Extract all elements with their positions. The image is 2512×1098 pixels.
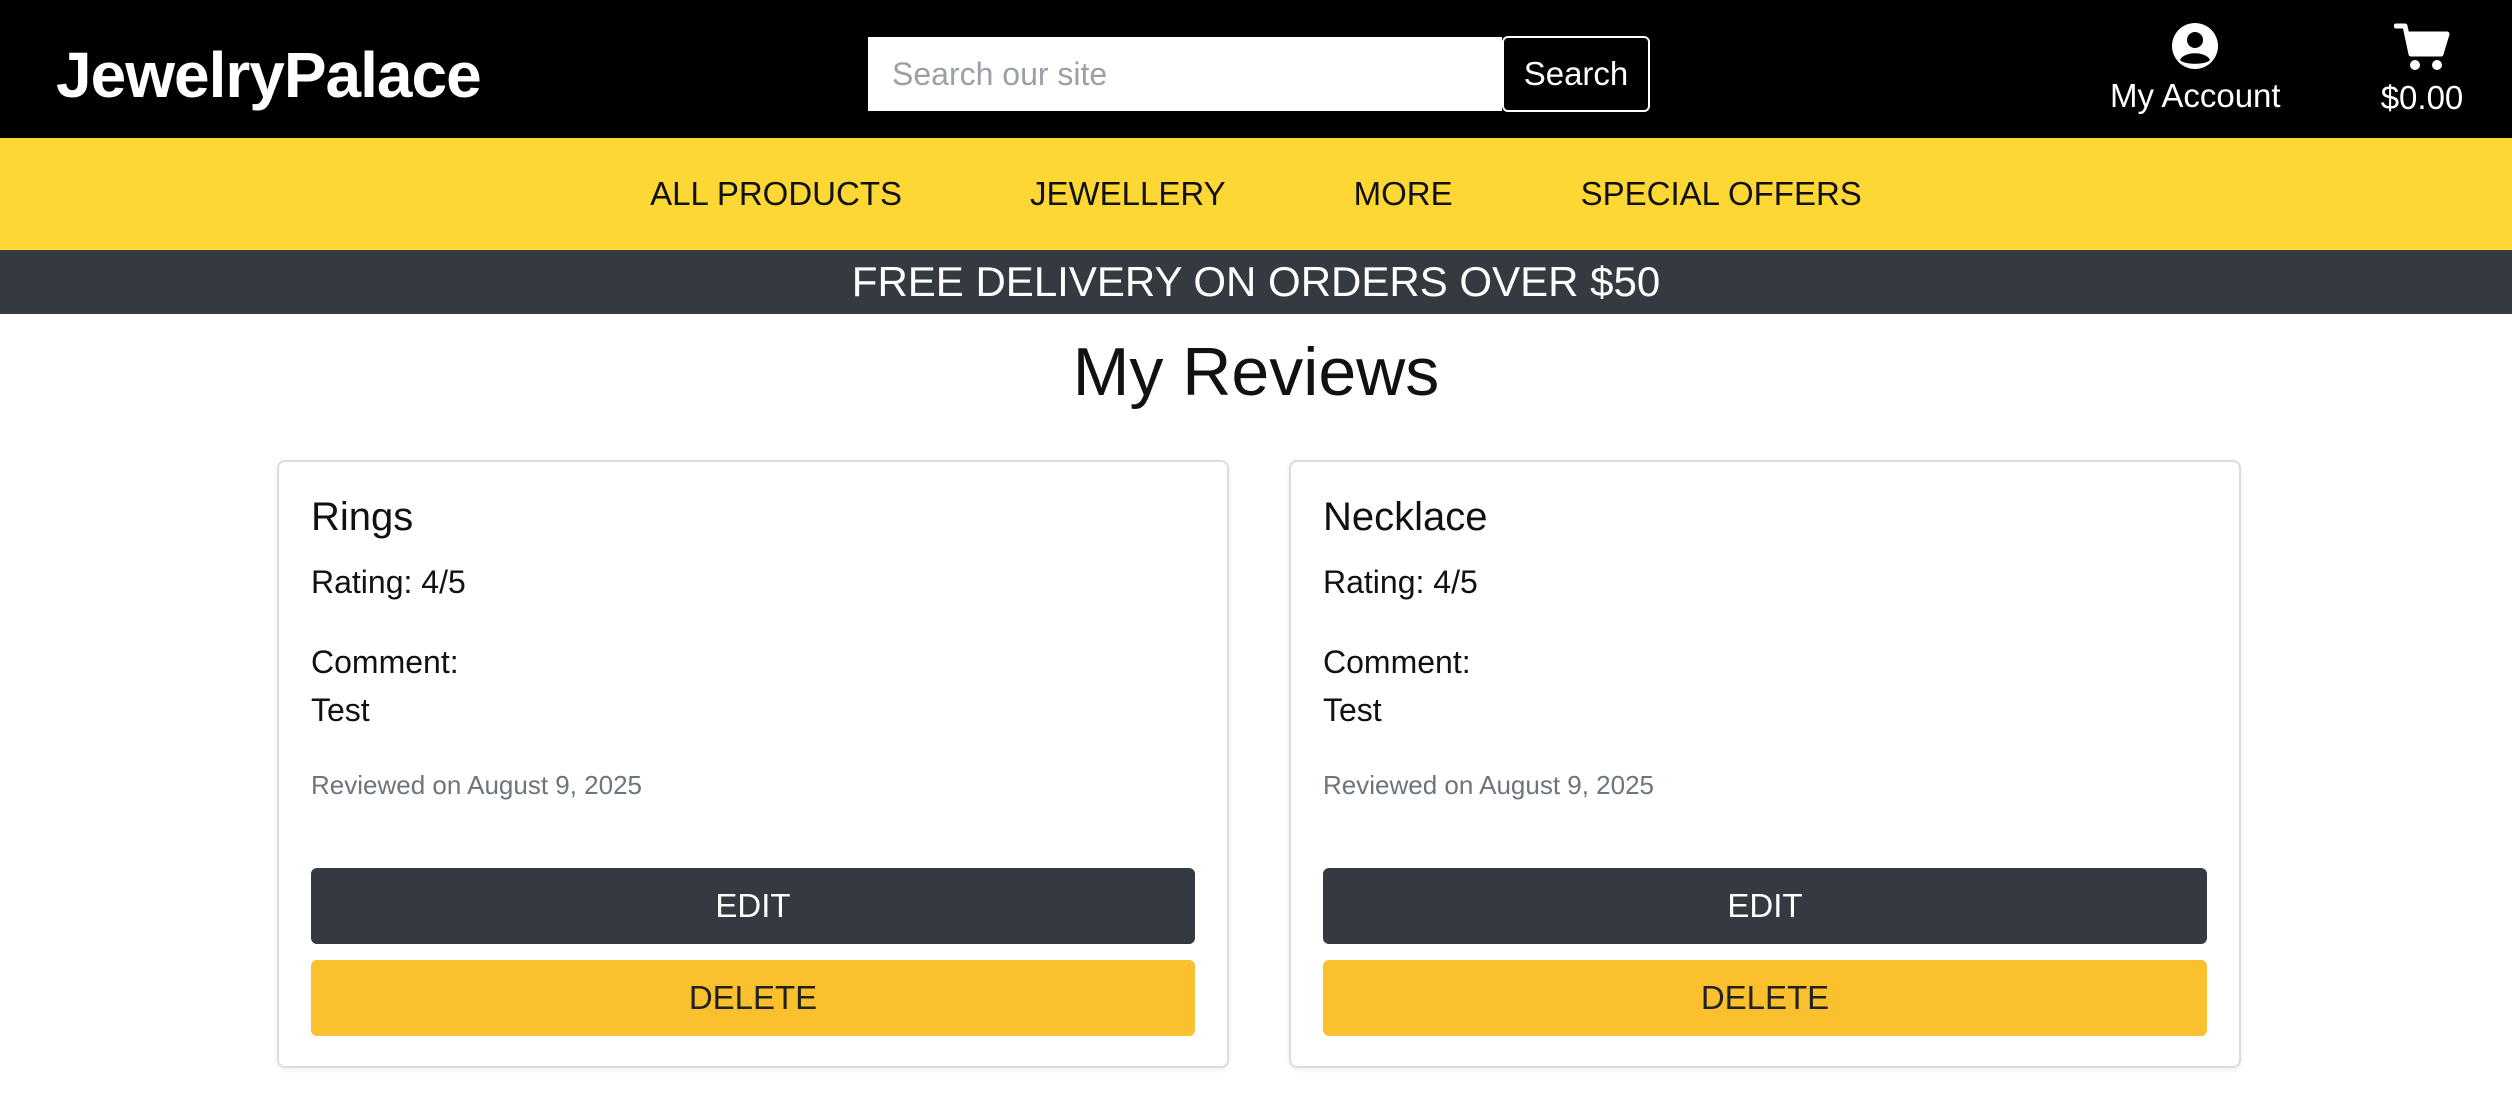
nav-more[interactable]: MORE xyxy=(1290,138,1517,250)
cart-total: $0.00 xyxy=(2380,79,2464,116)
promo-banner: FREE DELIVERY ON ORDERS OVER $50 xyxy=(0,250,2512,314)
review-card: Necklace Rating: 4/5 Comment: Test Revie… xyxy=(1289,460,2241,1068)
cart-link[interactable]: $0.00 xyxy=(2372,22,2472,118)
main-nav: ALL PRODUCTS JEWELLERY MORE SPECIAL OFFE… xyxy=(0,138,2512,250)
my-account-label: My Account xyxy=(2110,77,2281,114)
review-card: Rings Rating: 4/5 Comment: Test Reviewed… xyxy=(277,460,1229,1068)
edit-review-button[interactable]: EDIT xyxy=(311,868,1195,944)
site-header: JewelryPalace Search My Account $0.00 xyxy=(0,0,2512,138)
edit-review-button[interactable]: EDIT xyxy=(1323,868,2207,944)
review-product-name: Necklace xyxy=(1323,495,1488,539)
search-button[interactable]: Search xyxy=(1502,36,1650,112)
review-date: Reviewed on August 9, 2025 xyxy=(1323,770,1655,800)
delete-review-button[interactable]: DELETE xyxy=(311,960,1195,1036)
shopping-cart-icon xyxy=(2394,23,2450,70)
review-product-name: Rings xyxy=(311,495,414,539)
page-title: My Reviews xyxy=(1072,334,1440,410)
my-account-link[interactable]: My Account xyxy=(2110,22,2281,116)
review-comment: Test xyxy=(1323,692,1382,728)
search-input[interactable] xyxy=(868,37,1502,111)
review-comment-label: Comment: xyxy=(311,644,459,680)
nav-all-products[interactable]: ALL PRODUCTS xyxy=(586,138,966,250)
site-logo[interactable]: JewelryPalace xyxy=(56,38,482,112)
delete-review-button[interactable]: DELETE xyxy=(1323,960,2207,1036)
nav-special-offers[interactable]: SPECIAL OFFERS xyxy=(1517,138,1926,250)
nav-jewellery[interactable]: JEWELLERY xyxy=(966,138,1290,250)
review-date: Reviewed on August 9, 2025 xyxy=(311,770,643,800)
user-circle-icon xyxy=(2172,23,2219,69)
review-rating: Rating: 4/5 xyxy=(1323,564,1478,600)
review-comment: Test xyxy=(311,692,370,728)
review-rating: Rating: 4/5 xyxy=(311,564,466,600)
review-comment-label: Comment: xyxy=(1323,644,1471,680)
